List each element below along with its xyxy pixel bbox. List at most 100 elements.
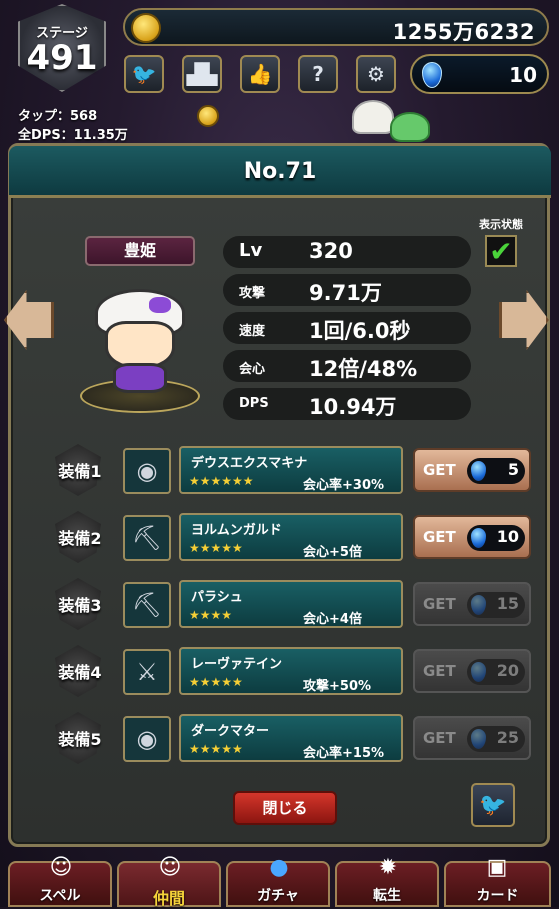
stat-value: 9.71万 [309,281,382,305]
nav-label: カード [476,888,519,904]
stage-badge: ステージ 491 [8,4,116,104]
nav-gacha[interactable]: ● ガチャ [226,855,330,907]
scythe-icon[interactable]: ⛏ [123,515,171,561]
get-button-disabled[interactable]: GET 15 [413,582,531,626]
get-label: GET [423,595,456,613]
equipment-name: レーヴァテイン [191,657,283,672]
character-portrait [75,281,205,416]
ranking-button[interactable]: ▟▙ [182,55,222,93]
coin-icon [131,13,161,43]
sword-icon[interactable]: ⚔ [123,649,171,695]
gold-value: 1255万6232 [392,20,535,44]
rebirth-emblem-icon: ✹ [378,855,398,880]
equipment-stars: ★★★★★ [189,675,243,689]
witch-icon: ☺ [158,855,182,880]
equipment-effect: 会心率+15% [303,746,385,761]
get-label: GET [423,528,456,546]
equipment-slot-label: 装備4 [58,663,102,682]
like-button[interactable]: 👍 [240,55,280,93]
gem-icon [471,662,486,682]
stat-label: 速度 [239,324,266,339]
equipment-row-3: 装備3 ⛏ パラシュ ★★★★ 会心+4倍 GET 15 [49,578,533,630]
stat-label: 会心 [239,362,266,377]
cost-pill: 15 [467,592,525,618]
gem-icon [422,62,442,88]
check-icon: ✔ [489,234,513,268]
help-button[interactable]: ? [298,55,338,93]
character-icon: ☺ [49,855,73,880]
equipment-row-2: 装備2 ⛏ ヨルムンガルド ★★★★★ 会心+5倍 GET 10 [49,511,533,563]
close-button[interactable]: 閉じる [233,791,337,825]
portrait-face [105,321,175,369]
tap-stat: タップ：568 [18,109,98,124]
orb-icon: ● [269,855,289,880]
cost-value: 15 [496,594,519,613]
equipment-info: ダークマター ★★★★★ 会心率+15% [179,714,403,762]
gem-value: 10 [509,63,537,87]
axe-icon[interactable]: ⛏ [123,582,171,628]
stat-value: 320 [309,239,353,263]
stat-label: Lv [239,240,263,261]
nav-spell[interactable]: ☺ スペル [8,855,112,907]
get-button-disabled[interactable]: GET 25 [413,716,531,760]
gem-icon [471,729,486,749]
settings-button[interactable]: ⚙ [356,55,396,93]
amulet-icon[interactable]: ◉ [123,448,171,494]
equipment-info: レーヴァテイン ★★★★★ 攻撃+50% [179,647,403,695]
equipment-stars: ★★★★★ [189,541,243,555]
equipment-name: ダークマター [191,724,270,739]
get-label: GET [423,662,456,680]
cost-value: 20 [496,661,519,680]
portrait-ribbon [149,297,171,313]
equipment-effect: 会心+5倍 [303,545,362,560]
slime-enemy-sprite[interactable] [390,112,430,142]
get-button-disabled[interactable]: GET 20 [413,649,531,693]
twitter-icon: 🐦 [131,62,157,86]
equipment-effect: 攻撃+50% [303,679,372,694]
stat-value: 1回/6.0秒 [309,319,411,343]
stat-dps: DPS 10.94万 [223,388,471,420]
equipment-slot-label: 装備5 [58,730,102,749]
nav-companions[interactable]: ☺ 仲間 [117,855,221,908]
stat-value: 10.94万 [309,395,397,419]
floating-coin-icon[interactable] [197,105,219,127]
cost-pill: 10 [467,525,525,551]
character-sprite [352,100,394,134]
ranking-icon: ▟▙ [186,62,218,86]
gem-icon [471,595,486,615]
nav-rebirth[interactable]: ✹ 転生 [335,855,439,907]
portrait-body [113,363,167,393]
amulet-icon[interactable]: ◉ [123,716,171,762]
cost-value: 5 [507,460,519,479]
equipment-row-1: 装備1 ◉ デウスエクスマキナ ★★★★★★ 会心率+30% GET 5 [49,444,533,496]
equipment-name: パラシュ [191,590,243,605]
character-name: 豊姫 [85,236,195,266]
help-icon: ? [312,62,324,86]
thumbs-up-icon: 👍 [247,62,273,86]
gem-counter[interactable]: 10 [410,54,549,94]
nav-label: スペル [39,888,81,904]
equipment-effect: 会心+4倍 [303,612,362,627]
panel-header: No.71 [9,146,551,198]
equipment-name: ヨルムンガルド [191,523,282,538]
display-state-checkbox[interactable]: ✔ [485,234,517,268]
equipment-info: デウスエクスマキナ ★★★★★★ 会心率+30% [179,446,403,494]
character-detail-panel: No.71 表示状態 ✔ 豊姫 Lv 320 攻撃 9.71万 速度 1回/6.… [8,143,551,847]
stat-value: 12倍/48% [309,357,418,381]
twitter-button[interactable]: 🐦 [124,55,164,93]
nav-card[interactable]: ▣ カード [444,855,551,907]
equipment-slot-label: 装備2 [58,529,102,548]
get-button[interactable]: GET 5 [413,448,531,492]
display-state-label: 表示状態 [479,218,523,231]
stat-attack: 攻撃 9.71万 [223,274,471,306]
equipment-slot-label: 装備3 [58,596,102,615]
stat-label: 攻撃 [239,286,266,301]
cost-value: 25 [496,728,519,747]
total-dps-stat: 全DPS：11.35万 [18,128,128,143]
share-twitter-button[interactable]: 🐦 [471,783,515,827]
equipment-stars: ★★★★★★ [189,474,254,488]
cost-value: 10 [496,527,519,546]
get-button[interactable]: GET 10 [413,515,531,559]
field-characters [352,100,432,144]
equipment-stars: ★★★★★ [189,742,243,756]
